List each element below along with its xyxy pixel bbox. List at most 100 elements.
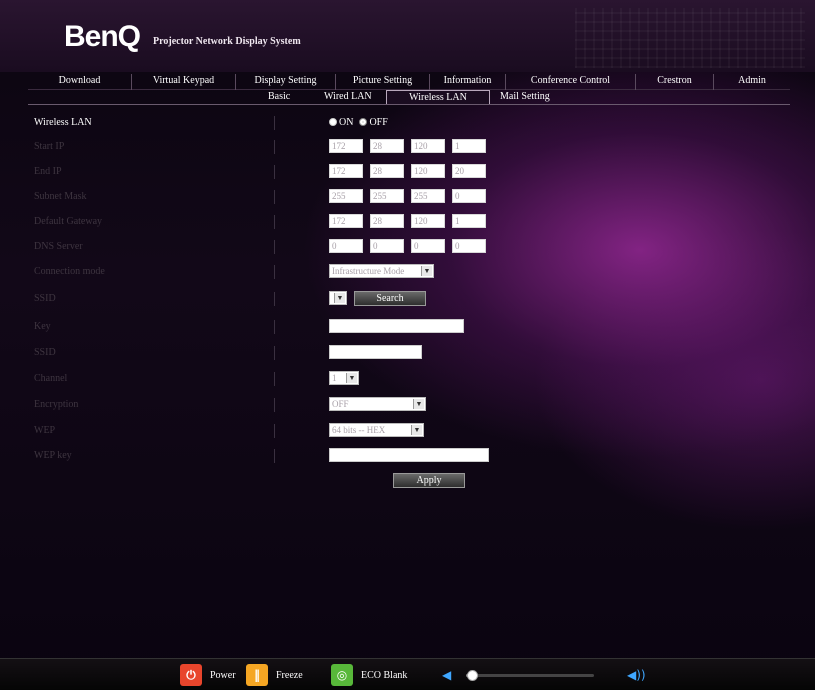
apply-button[interactable]: Apply [393, 473, 465, 488]
tab-information[interactable]: Information [430, 74, 506, 90]
default-gateway-octet-1[interactable]: 172 [329, 214, 363, 228]
default-gateway-octet-3[interactable]: 120 [411, 214, 445, 228]
search-button[interactable]: Search [354, 290, 426, 306]
sub-nav-divider [28, 104, 790, 105]
tab-virtual-keypad[interactable]: Virtual Keypad [132, 74, 236, 90]
tab-download[interactable]: Download [28, 74, 132, 90]
radio-off-button[interactable] [359, 118, 368, 126]
ssid-2-label: SSID [34, 347, 56, 358]
eco-blank-icon[interactable]: ◎ [331, 664, 353, 686]
dns-server-octet-2[interactable]: 0 [370, 239, 404, 253]
wep-key-label: WEP key [34, 450, 72, 461]
power-icon[interactable]: ⏻ [180, 664, 202, 686]
row-key: Key [28, 318, 588, 338]
row-separator [274, 140, 275, 154]
subtab-wired-lan[interactable]: Wired LAN [314, 90, 386, 105]
radio-on[interactable]: ON [329, 117, 353, 128]
end-ip-octet-1[interactable]: 172 [329, 164, 363, 178]
start-ip-octet-4[interactable]: 1 [452, 139, 486, 153]
row-ssid-2: SSID [28, 344, 588, 364]
row-separator [274, 240, 275, 254]
subnet-mask-octet-3[interactable]: 255 [411, 189, 445, 203]
row-start-ip: Start IP 172 28 120 1 [28, 138, 588, 158]
chevron-down-icon[interactable]: ▼ [411, 425, 422, 435]
volume-thumb[interactable] [467, 670, 478, 681]
dns-server-octet-4[interactable]: 0 [452, 239, 486, 253]
row-dns-server: DNS Server 0 0 0 0 [28, 238, 588, 258]
subnet-mask-octet-2[interactable]: 255 [370, 189, 404, 203]
start-ip-octet-3[interactable]: 120 [411, 139, 445, 153]
tab-admin[interactable]: Admin [714, 74, 790, 90]
tab-picture-setting[interactable]: Picture Setting [336, 74, 430, 90]
subtab-mail-setting[interactable]: Mail Setting [490, 90, 570, 105]
row-separator [274, 449, 275, 463]
subtab-wireless-lan[interactable]: Wireless LAN [386, 90, 490, 105]
wep-key-input[interactable] [329, 448, 489, 462]
default-gateway-octet-2[interactable]: 28 [370, 214, 404, 228]
row-separator [274, 265, 275, 279]
end-ip-octet-4[interactable]: 20 [452, 164, 486, 178]
eco-blank-label: ECO Blank [361, 669, 408, 681]
start-ip-label: Start IP [34, 141, 65, 152]
radio-off-label: OFF [369, 116, 388, 128]
ssid-2-control [329, 344, 422, 360]
volume-slider[interactable] [466, 670, 594, 681]
page: BenQ Projector Network Display System Do… [0, 0, 815, 690]
row-subnet-mask: Subnet Mask 255 255 255 0 [28, 188, 588, 208]
encryption-control: OFF ▼ [329, 396, 426, 412]
freeze-button[interactable]: ‖ Freeze [246, 664, 303, 686]
end-ip-label: End IP [34, 166, 62, 177]
default-gateway-label: Default Gateway [34, 216, 103, 227]
row-separator [274, 346, 275, 360]
row-separator [274, 190, 275, 204]
chevron-down-icon[interactable]: ▼ [421, 266, 432, 276]
footer-toolbar: ⏻ Power ‖ Freeze ◎ ECO Blank ◀ ◀)) [0, 658, 815, 690]
subnet-mask-octet-1[interactable]: 255 [329, 189, 363, 203]
channel-label: Channel [34, 373, 68, 384]
pause-icon[interactable]: ‖ [246, 664, 268, 686]
end-ip-octet-3[interactable]: 120 [411, 164, 445, 178]
encryption-select[interactable]: OFF ▼ [329, 397, 426, 411]
eco-blank-button[interactable]: ◎ ECO Blank [331, 664, 407, 686]
channel-select[interactable]: 1 ▼ [329, 371, 359, 385]
subtab-basic[interactable]: Basic [258, 90, 314, 105]
radio-on-label: ON [339, 116, 354, 128]
start-ip-octet-2[interactable]: 28 [370, 139, 404, 153]
dns-server-octet-3[interactable]: 0 [411, 239, 445, 253]
subnet-mask-field: 255 255 255 0 [329, 188, 486, 204]
radio-off[interactable]: OFF [359, 116, 388, 128]
wep-key-control [329, 447, 489, 463]
radio-on-button[interactable] [329, 118, 337, 126]
volume-up-icon[interactable]: ◀)) [627, 668, 646, 682]
connection-mode-control: Infrastructure Mode ▼ [329, 263, 434, 279]
chevron-down-icon[interactable]: ▼ [334, 293, 345, 303]
channel-value: 1 [332, 373, 337, 383]
ssid-input[interactable] [329, 345, 422, 359]
power-button[interactable]: ⏻ Power [180, 664, 236, 686]
wep-control: 64 bits -- HEX ▼ [329, 422, 424, 438]
connection-mode-label: Connection mode [34, 266, 105, 277]
dns-server-octet-1[interactable]: 0 [329, 239, 363, 253]
wep-select[interactable]: 64 bits -- HEX ▼ [329, 423, 424, 437]
default-gateway-octet-4[interactable]: 1 [452, 214, 486, 228]
key-input[interactable] [329, 319, 464, 333]
ssid-select[interactable]: ▼ [329, 291, 347, 305]
tab-conference-control[interactable]: Conference Control [506, 74, 636, 90]
end-ip-field: 172 28 120 20 [329, 163, 486, 179]
connection-mode-select[interactable]: Infrastructure Mode ▼ [329, 264, 434, 278]
row-channel: Channel 1 ▼ [28, 370, 588, 390]
tab-display-setting[interactable]: Display Setting [236, 74, 336, 90]
dns-server-label: DNS Server [34, 241, 83, 252]
chevron-down-icon[interactable]: ▼ [346, 373, 357, 383]
tab-crestron[interactable]: Crestron [636, 74, 714, 90]
benq-logo: BenQ [64, 20, 141, 53]
chevron-down-icon[interactable]: ▼ [413, 399, 424, 409]
encryption-label: Encryption [34, 399, 79, 410]
start-ip-octet-1[interactable]: 172 [329, 139, 363, 153]
wep-value: 64 bits -- HEX [332, 425, 386, 435]
row-separator [274, 116, 275, 130]
row-wep: WEP 64 bits -- HEX ▼ [28, 422, 588, 442]
volume-down-icon[interactable]: ◀ [442, 668, 451, 682]
subnet-mask-octet-4[interactable]: 0 [452, 189, 486, 203]
end-ip-octet-2[interactable]: 28 [370, 164, 404, 178]
